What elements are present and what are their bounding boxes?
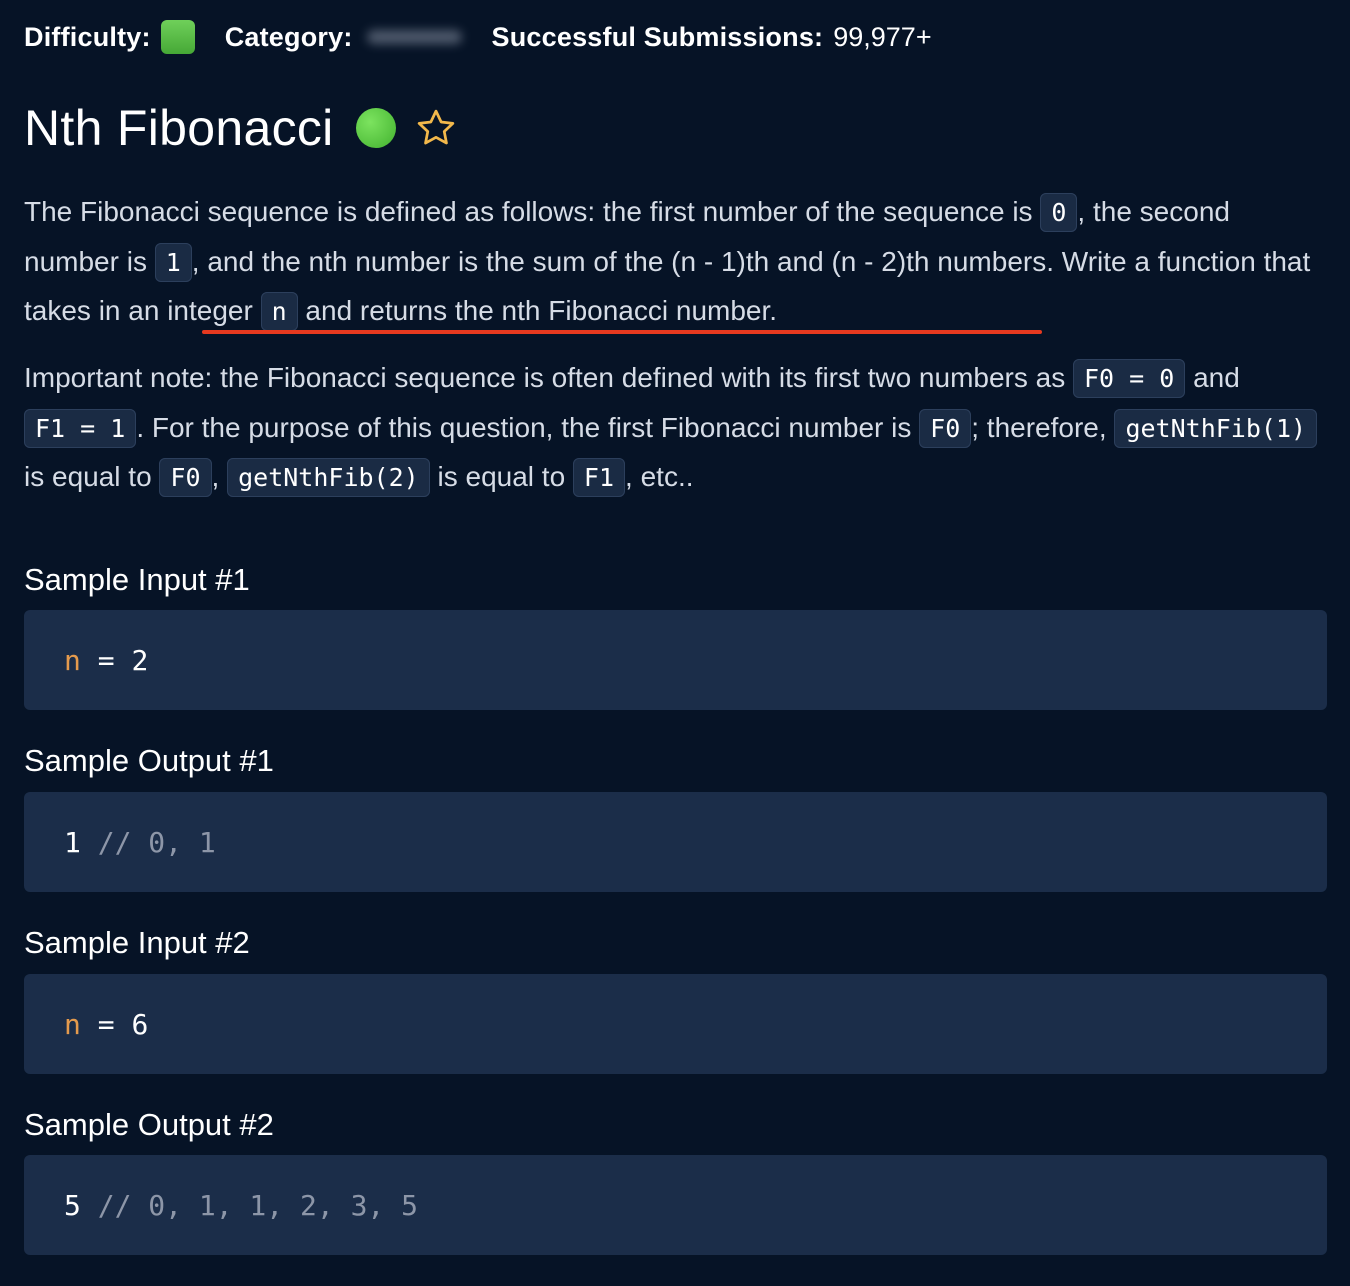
page-title: Nth Fibonacci [24,100,334,156]
inline-code: getNthFib(2) [227,458,430,497]
code-comment: // 0, 1, 1, 2, 3, 5 [80,1188,419,1222]
code-variable: n [64,643,81,677]
desc-text: Important note: the Fibonacci sequence i… [24,362,1073,393]
star-icon[interactable] [414,106,458,150]
desc-text: ; therefore, [971,411,1115,443]
difficulty-label: Difficulty: [24,21,151,52]
desc-text: , [211,461,228,492]
desc-text: , etc.. [625,461,694,492]
desc-text: is equal to [429,461,573,492]
desc-text-highlighted: and returns the nth Fibonacci number. [297,295,778,326]
desc-text: and [1185,362,1240,393]
red-underline-annotation [202,330,1042,334]
inline-code: F1 = 1 [24,408,137,448]
code-variable: n [64,1007,81,1041]
inline-code: 0 [1040,193,1078,232]
completion-status-icon [355,108,396,148]
difficulty-group: Difficulty: [24,20,195,54]
problem-meta-bar: Difficulty: Category: Successful Submiss… [24,18,1326,56]
inline-code: F0 [159,458,212,497]
code-value: 1 [64,825,81,859]
sample-output-1-code[interactable]: 1 // 0, 1 [24,792,1327,892]
submissions-group: Successful Submissions: 99,977+ [492,22,932,53]
sample-input-1-code[interactable]: n = 2 [24,610,1327,710]
sample-output-2-code[interactable]: 5 // 0, 1, 1, 2, 3, 5 [24,1155,1327,1255]
desc-text: is equal to [24,461,160,492]
category-value-hidden[interactable] [366,30,462,44]
desc-text: , and the nth number is the sum of the (… [191,245,1311,277]
code-comment: // 0, 1 [80,825,216,859]
code-value: 5 [64,1188,81,1222]
title-row: Nth Fibonacci [24,98,458,158]
category-group: Category: [225,22,462,53]
desc-text: . For the purpose of this question, the … [136,411,920,443]
inline-code: F0 [919,408,972,448]
sample-output-1-heading: Sample Output #1 [24,743,274,778]
desc-text-highlighted: takes in an integer [24,295,261,326]
sample-input-1-heading: Sample Input #1 [24,562,250,597]
submissions-count: 99,977+ [833,21,932,52]
category-label: Category: [224,21,353,52]
inline-code: n [260,292,298,331]
sample-input-2-code[interactable]: n = 6 [24,974,1327,1074]
sample-input-2-heading: Sample Input #2 [24,925,250,960]
code-operator: = [80,1007,132,1041]
inline-code: getNthFib(1) [1114,408,1318,448]
problem-description-paragraph-1: The Fibonacci sequence is defined as fol… [24,188,1324,337]
difficulty-indicator [160,20,195,54]
inline-code: 1 [154,242,192,282]
code-operator: = [80,643,132,677]
inline-code: F0 = 0 [1073,359,1186,398]
code-value: 6 [131,1007,149,1041]
code-value: 2 [131,643,149,677]
sample-output-2-heading: Sample Output #2 [24,1107,274,1142]
submissions-label: Successful Submissions: [491,21,824,52]
inline-code: F1 [572,458,626,497]
desc-text: The Fibonacci sequence is defined as fol… [24,196,1041,227]
problem-description-paragraph-2: Important note: the Fibonacci sequence i… [24,354,1324,503]
